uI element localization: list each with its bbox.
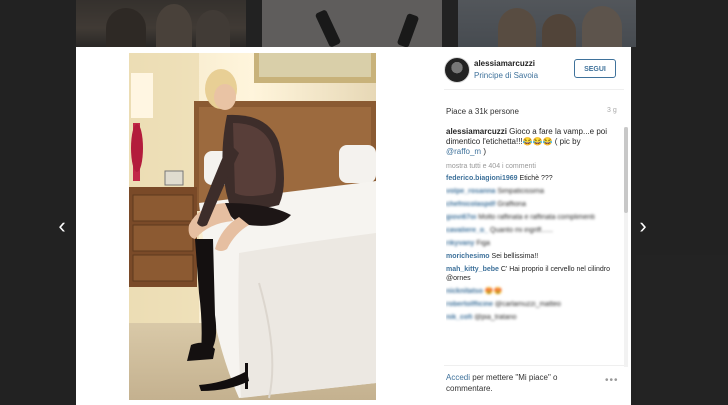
comment-username[interactable]: robertolfficine: [446, 301, 493, 308]
caption-mention[interactable]: @raffo_m: [446, 147, 481, 156]
avatar[interactable]: [444, 57, 470, 83]
likes-count[interactable]: Piace a 31k persone: [446, 107, 519, 116]
comment-item: federico.biagioni1969 Etichè ???: [446, 174, 616, 183]
caption-end: ): [481, 147, 486, 156]
comment-username[interactable]: rikyvany: [446, 240, 474, 247]
comment-item: nik_cofi @pia_tratano: [446, 313, 616, 322]
caption-username[interactable]: alessiamarcuzzi: [446, 127, 507, 136]
comment-username[interactable]: cavaliere_o_: [446, 227, 488, 234]
comment-text: Figa: [476, 240, 490, 247]
comment-item: morichesimo Sei bellissima!!: [446, 252, 616, 261]
comment-text: @pia_tratano: [474, 314, 517, 321]
login-link[interactable]: Accedi: [446, 373, 470, 382]
divider: [444, 89, 624, 90]
comment-username[interactable]: giovi67oi: [446, 214, 476, 221]
comment-username[interactable]: volpe_rosanna: [446, 188, 495, 195]
comment-username[interactable]: chefnicolaspdf: [446, 201, 495, 208]
location-link[interactable]: Principe di Savoia: [474, 71, 538, 80]
comment-text: Quanto mi ingriff......: [490, 227, 553, 234]
comments-container: federico.biagioni1969 Etichè ??? volpe_ro…: [446, 174, 616, 322]
chevron-left-icon[interactable]: ‹: [52, 214, 72, 238]
comment-text: @carlamuzzi_matteo: [495, 301, 561, 308]
comment-item: cavaliere_o_ Quanto mi ingriff......: [446, 226, 616, 235]
scrollbar-thumb[interactable]: [624, 127, 628, 213]
comment-text: Simpaticissima: [497, 188, 545, 195]
post-caption: alessiamarcuzzi Gioco a fare la vamp...e…: [446, 127, 616, 157]
comment-username[interactable]: nik_cofi: [446, 314, 472, 321]
comment-item: giovi67oi Molto raffinata e raffinata co…: [446, 213, 616, 222]
comment-item: chefnicolaspdf Graffiona: [446, 200, 616, 209]
comment-item: robertolfficine @carlamuzzi_matteo: [446, 300, 616, 309]
header-username[interactable]: alessiamarcuzzi: [474, 59, 535, 68]
ellipsis-icon[interactable]: •••: [605, 375, 619, 386]
comment-text: Molto raffinata e raffinata complimenti: [478, 214, 595, 221]
chevron-right-icon[interactable]: ›: [633, 214, 653, 238]
comment-text: Sei bellissima!!: [491, 253, 539, 260]
comment-username[interactable]: mah_kitty_bebe: [446, 266, 499, 273]
post-sidebar: alessiamarcuzzi Principe di Savoia SEGUI…: [437, 47, 631, 405]
comment-item: rikyvany Figa: [446, 239, 616, 248]
comment-item: volpe_rosanna Simpaticissima: [446, 187, 616, 196]
view-all-comments-link[interactable]: mostra tutti e 404 i commenti: [446, 163, 616, 170]
comment-text: Graffiona: [497, 201, 527, 208]
comment-username[interactable]: federico.biagioni1969: [446, 175, 518, 182]
comment-username[interactable]: nicknitatso: [446, 288, 483, 295]
comment-text: Etichè ???: [519, 175, 553, 182]
comment-text: 😍😍: [484, 288, 503, 295]
divider: [444, 365, 624, 366]
comments-scrollbar[interactable]: [624, 127, 628, 367]
photo-illustration: [129, 53, 376, 400]
comment-username[interactable]: morichesimo: [446, 253, 490, 260]
post-timestamp[interactable]: 3 g: [607, 107, 617, 114]
post-modal: alessiamarcuzzi Principe di Savoia SEGUI…: [76, 47, 631, 405]
login-prompt: Accedi per mettere "Mi piace" o commenta…: [446, 372, 586, 394]
comment-list[interactable]: alessiamarcuzzi Gioco a fare la vamp...e…: [446, 127, 616, 367]
comment-item: nicknitatso 😍😍: [446, 287, 616, 296]
follow-button[interactable]: SEGUI: [574, 59, 616, 78]
post-photo[interactable]: [129, 53, 376, 400]
comment-item: mah_kitty_bebe C' Hai proprio il cervell…: [446, 265, 616, 283]
